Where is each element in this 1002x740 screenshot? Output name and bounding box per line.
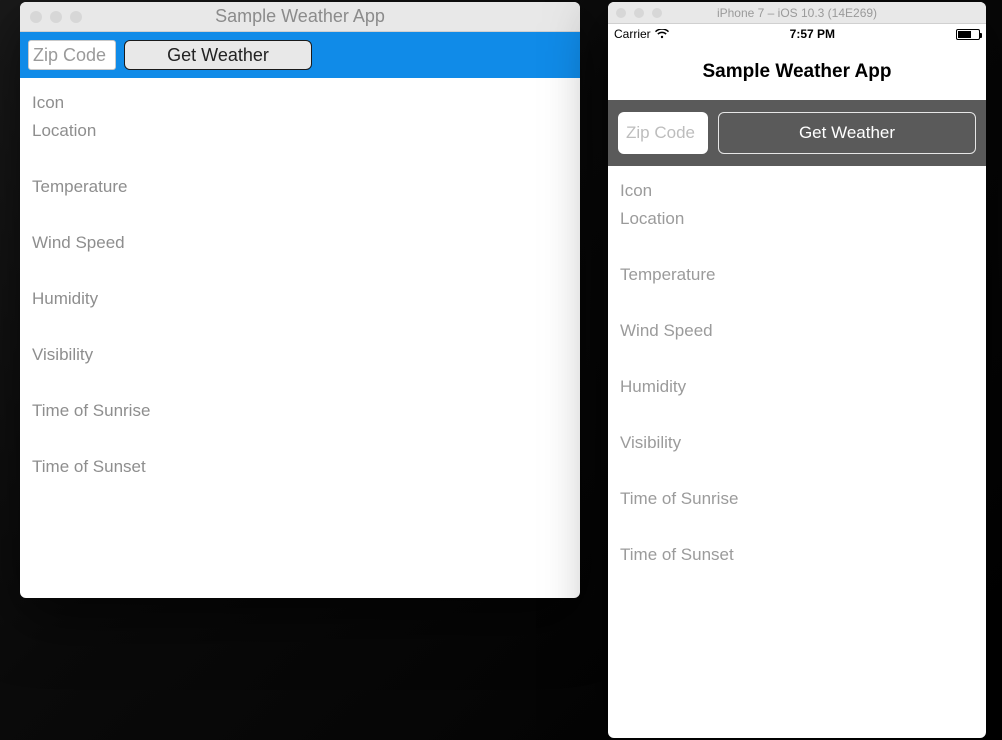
ios-nav-title: Sample Weather App [703,61,892,83]
ios-search-bar: Get Weather [608,100,986,166]
ios-simulator-window: iPhone 7 – iOS 10.3 (14E269) Carrier 7:5… [608,2,986,738]
field-sunrise: Time of Sunrise [620,488,974,510]
field-sunset: Time of Sunset [620,544,974,566]
ios-nav-bar: Sample Weather App [608,44,986,100]
wifi-icon [655,29,669,39]
mac-window-title: Sample Weather App [20,6,580,27]
status-time: 7:57 PM [790,27,835,41]
sim-titlebar[interactable]: iPhone 7 – iOS 10.3 (14E269) [608,2,986,24]
field-temperature: Temperature [620,264,974,286]
field-wind-speed: Wind Speed [620,320,974,342]
battery-icon [956,29,980,40]
field-sunset: Time of Sunset [32,456,568,478]
mac-close-dot[interactable] [30,11,42,23]
field-temperature: Temperature [32,176,568,198]
mac-minimize-dot[interactable] [50,11,62,23]
field-visibility: Visibility [32,344,568,366]
ios-status-bar: Carrier 7:57 PM [608,24,986,44]
mac-traffic-lights [20,11,82,23]
field-humidity: Humidity [32,288,568,310]
sim-close-dot[interactable] [616,8,626,18]
mac-zoom-dot[interactable] [70,11,82,23]
zip-code-input[interactable] [618,112,708,154]
sim-zoom-dot[interactable] [652,8,662,18]
sim-minimize-dot[interactable] [634,8,644,18]
field-wind-speed: Wind Speed [32,232,568,254]
get-weather-button[interactable]: Get Weather [718,112,976,154]
ios-results-panel: Icon Location Temperature Wind Speed Hum… [608,166,986,580]
mac-app-window: Sample Weather App Get Weather Icon Loca… [20,2,580,598]
field-location: Location [620,208,974,230]
carrier-label: Carrier [614,27,651,41]
field-location: Location [32,120,568,142]
get-weather-button[interactable]: Get Weather [124,40,312,70]
mac-search-bar: Get Weather [20,32,580,78]
mac-results-panel: Icon Location Temperature Wind Speed Hum… [20,78,580,492]
field-sunrise: Time of Sunrise [32,400,568,422]
zip-code-input[interactable] [28,40,116,70]
field-visibility: Visibility [620,432,974,454]
mac-titlebar[interactable]: Sample Weather App [20,2,580,32]
field-icon: Icon [32,92,568,114]
sim-window-title: iPhone 7 – iOS 10.3 (14E269) [608,6,986,20]
field-humidity: Humidity [620,376,974,398]
field-icon: Icon [620,180,974,202]
sim-traffic-lights [608,8,662,18]
